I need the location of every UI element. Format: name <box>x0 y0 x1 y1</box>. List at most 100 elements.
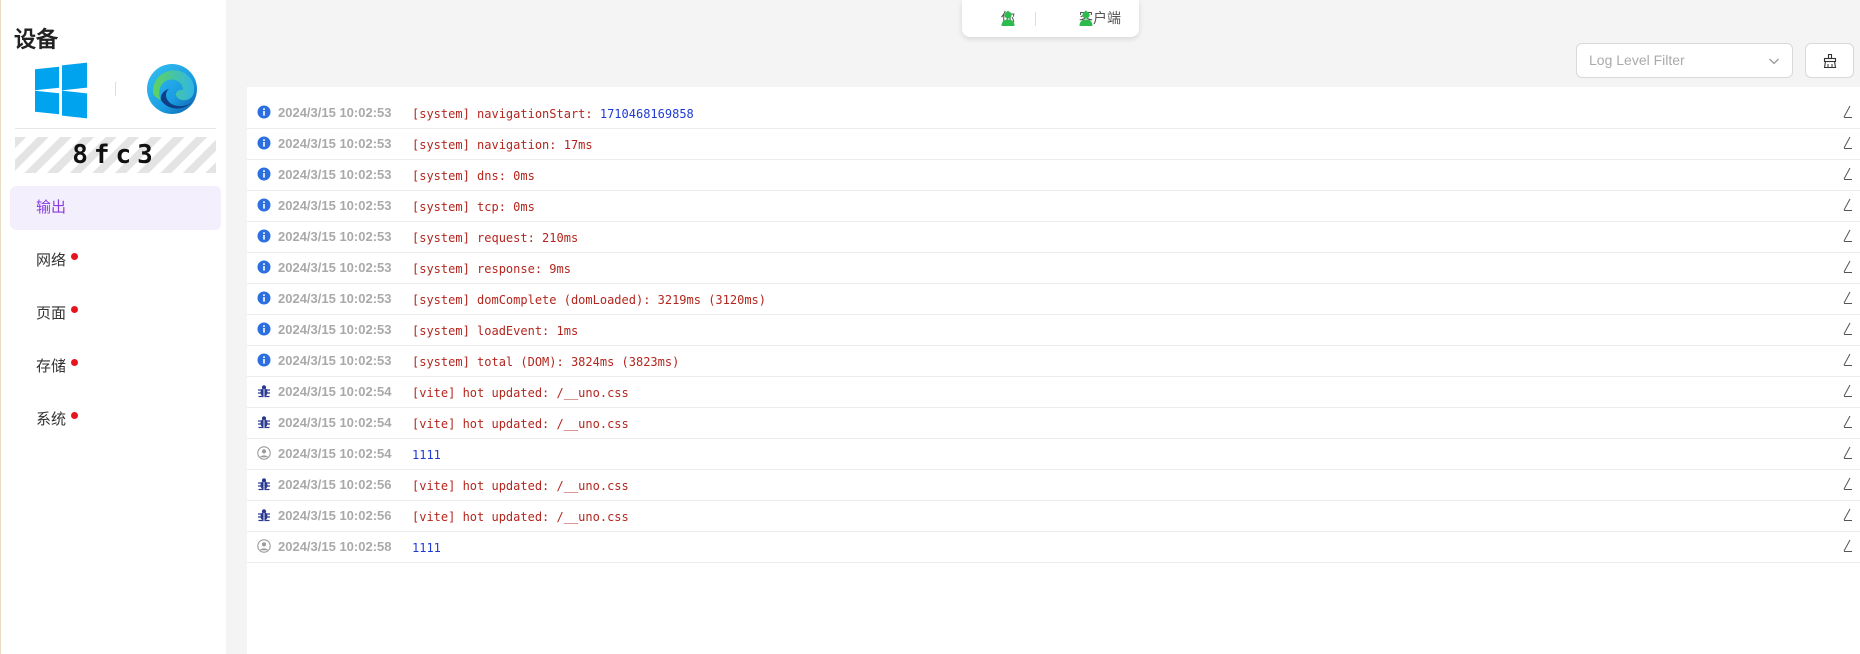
edit-icon[interactable] <box>1841 229 1853 243</box>
log-message: 1111 <box>412 541 441 555</box>
log-message-text: [system] navigationStart: <box>412 107 600 121</box>
log-message-text: [system] domComplete (domLoaded): 3219ms… <box>412 293 767 307</box>
notification-dot <box>71 306 78 313</box>
log-message: [system] loadEvent: 1ms <box>412 324 578 338</box>
log-list: 2024/3/15 10:02:53 [system] navigationSta… <box>247 98 1860 563</box>
icon-divider <box>115 82 116 96</box>
log-message-text: [system] response: 9ms <box>412 262 571 276</box>
log-timestamp: 2024/3/15 10:02:56 <box>278 508 392 523</box>
bug-icon <box>257 477 271 491</box>
info-icon <box>257 291 271 305</box>
log-timestamp: 2024/3/15 10:02:54 <box>278 446 392 461</box>
log-timestamp: 2024/3/15 10:02:53 <box>278 260 392 275</box>
log-row: 2024/3/15 10:02:56 [vite] hot updated: /_… <box>247 501 1860 532</box>
sidebar-item-label: 输出 <box>36 199 67 216</box>
edit-icon[interactable] <box>1841 508 1853 522</box>
sidebar-item-label: 系统 <box>36 411 67 428</box>
log-message-text: [system] request: 210ms <box>412 231 579 245</box>
mode-you-button[interactable]: 你 <box>977 0 1015 37</box>
broom-icon <box>1823 54 1837 68</box>
log-row: 2024/3/15 10:02:53 [system] navigationSta… <box>247 98 1860 129</box>
info-icon <box>257 136 271 150</box>
log-message: [system] dns: 0ms <box>412 169 535 183</box>
log-row: 2024/3/15 10:02:53 [system] navigation: 1… <box>247 129 1860 160</box>
sidebar-title: 设备 <box>14 27 59 52</box>
notification-dot <box>71 412 78 419</box>
edit-icon[interactable] <box>1841 136 1853 150</box>
log-message-text: [system] tcp: 0ms <box>412 200 535 214</box>
log-message: [system] domComplete (domLoaded): 3219ms… <box>412 293 766 307</box>
mode-client-button[interactable]: 客户端 <box>1055 0 1121 37</box>
log-row: 2024/3/15 10:02:53 [system] loadEvent: 1m… <box>247 315 1860 346</box>
info-icon <box>257 353 271 367</box>
user-circle-icon <box>257 446 271 460</box>
device-code: 8fc3 <box>15 137 216 173</box>
mode-divider <box>1035 12 1036 26</box>
log-timestamp: 2024/3/15 10:02:53 <box>278 291 392 306</box>
notification-dot <box>71 359 78 366</box>
sidebar-item-label: 页面 <box>36 305 67 322</box>
log-timestamp: 2024/3/15 10:02:53 <box>278 136 392 151</box>
edit-icon[interactable] <box>1841 353 1853 367</box>
log-message-text: [vite] hot updated: /__uno.css <box>412 386 629 400</box>
edit-icon[interactable] <box>1841 167 1853 181</box>
log-row: 2024/3/15 10:02:53 [system] request: 210m… <box>247 222 1860 253</box>
log-timestamp: 2024/3/15 10:02:53 <box>278 198 392 213</box>
bug-icon <box>257 384 271 398</box>
edit-icon[interactable] <box>1841 322 1853 336</box>
sidebar-item-network[interactable]: 网络 <box>10 239 221 283</box>
edit-icon[interactable] <box>1841 291 1853 305</box>
log-message: [system] tcp: 0ms <box>412 200 535 214</box>
info-icon <box>257 167 271 181</box>
log-message-text: [vite] hot updated: /__uno.css <box>412 510 629 524</box>
log-message: [system] response: 9ms <box>412 262 571 276</box>
clear-logs-button[interactable] <box>1805 43 1854 78</box>
user-circle-icon <box>257 539 271 553</box>
sidebar-item-system[interactable]: 系统 <box>10 398 221 442</box>
edit-icon[interactable] <box>1841 446 1853 460</box>
info-icon <box>257 105 271 119</box>
notification-dot <box>71 253 78 260</box>
log-message: [system] total (DOM): 3824ms (3823ms) <box>412 355 679 369</box>
log-row: 2024/3/15 10:02:53 [system] response: 9ms <box>247 253 1860 284</box>
edit-icon[interactable] <box>1841 105 1853 119</box>
edit-icon[interactable] <box>1841 198 1853 212</box>
sidebar-item-storage[interactable]: 存储 <box>10 345 221 389</box>
log-message: [system] request: 210ms <box>412 231 578 245</box>
edge-icon <box>147 64 197 114</box>
edit-icon[interactable] <box>1841 415 1853 429</box>
log-timestamp: 2024/3/15 10:02:54 <box>278 415 392 430</box>
log-message-text: [system] dns: 0ms <box>412 169 535 183</box>
info-icon <box>257 198 271 212</box>
edit-icon[interactable] <box>1841 384 1853 398</box>
device-info <box>35 62 205 119</box>
log-message-text: [system] navigation: 17ms <box>412 138 593 152</box>
log-timestamp: 2024/3/15 10:02:58 <box>278 539 392 554</box>
log-message: [system] navigation: 17ms <box>412 138 593 152</box>
log-timestamp: 2024/3/15 10:02:54 <box>278 384 392 399</box>
edit-icon[interactable] <box>1841 260 1853 274</box>
log-message-text: [vite] hot updated: /__uno.css <box>412 479 629 493</box>
edit-icon[interactable] <box>1841 539 1853 553</box>
windows-icon <box>35 62 87 119</box>
log-row: 2024/3/15 10:02:56 [vite] hot updated: /_… <box>247 470 1860 501</box>
sidebar-item-label: 网络 <box>36 252 67 269</box>
edit-icon[interactable] <box>1841 477 1853 491</box>
log-message: [system] navigationStart: 1710468169858 <box>412 107 694 121</box>
log-row: 2024/3/15 10:02:53 [system] dns: 0ms <box>247 160 1860 191</box>
sidebar-divider <box>15 128 216 129</box>
log-timestamp: 2024/3/15 10:02:53 <box>278 353 392 368</box>
log-message: [vite] hot updated: /__uno.css <box>412 510 629 524</box>
log-timestamp: 2024/3/15 10:02:53 <box>278 105 392 120</box>
log-row: 2024/3/15 10:02:53 [system] tcp: 0ms <box>247 191 1860 222</box>
log-message-number: 1111 <box>412 541 441 555</box>
log-message-text: [system] loadEvent: 1ms <box>412 324 579 338</box>
sidebar-item-output[interactable]: 输出 <box>10 186 221 230</box>
log-row: 2024/3/15 10:02:53 [system] domComplete (… <box>247 284 1860 315</box>
bug-icon <box>257 415 271 429</box>
log-message-number: 1710468169858 <box>599 107 694 121</box>
log-level-filter[interactable]: Log Level Filter <box>1576 43 1793 78</box>
chevron-down-icon <box>1769 58 1779 65</box>
log-level-filter-placeholder: Log Level Filter <box>1589 52 1685 68</box>
sidebar-item-page[interactable]: 页面 <box>10 292 221 336</box>
